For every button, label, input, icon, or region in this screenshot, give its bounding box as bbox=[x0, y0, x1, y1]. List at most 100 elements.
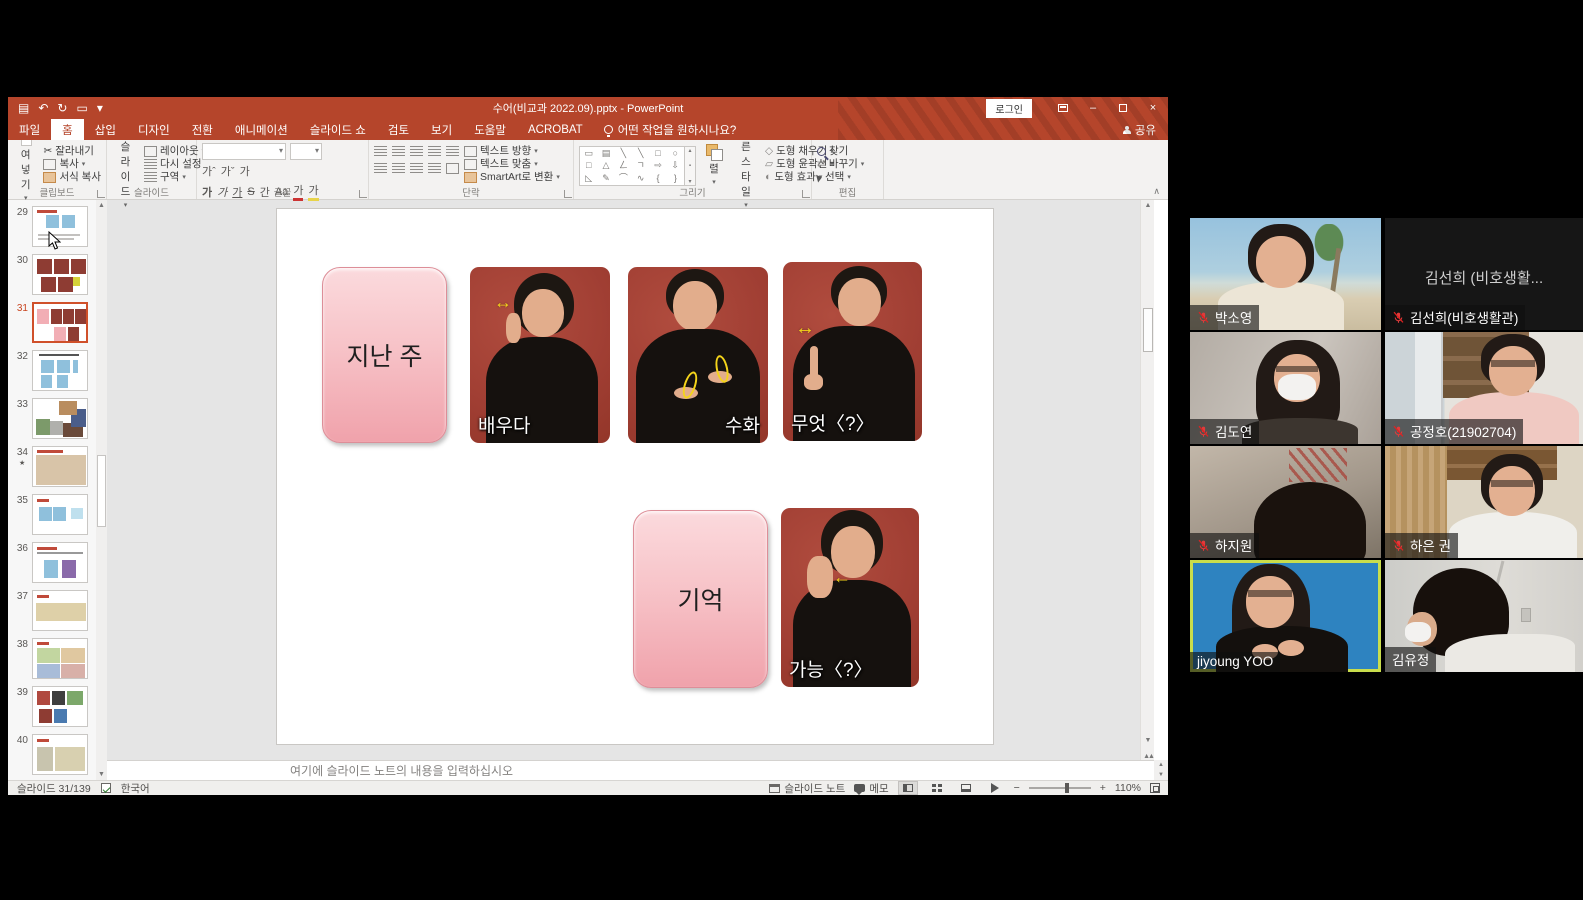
zoom-slider[interactable] bbox=[1029, 787, 1091, 789]
sign-image-sign-language[interactable]: 수화 bbox=[628, 267, 768, 443]
columns-icon[interactable] bbox=[446, 163, 459, 174]
participant-tile-2[interactable]: 김선희 (비호생활... 김선희(비호생활관) bbox=[1385, 218, 1583, 330]
align-left-icon[interactable] bbox=[374, 163, 387, 174]
thumbnail-preview[interactable] bbox=[32, 302, 88, 343]
thumbnail-slide-40[interactable]: 40 ★ bbox=[8, 734, 96, 775]
clear-formatting-button[interactable]: 가 bbox=[240, 163, 250, 179]
font-name-combo[interactable] bbox=[202, 143, 286, 160]
ribbon-tab-5[interactable]: 전환 bbox=[181, 119, 224, 140]
slide-canvas[interactable]: 지난 주 ↔ 배우다 bbox=[277, 209, 993, 744]
participant-tile-1[interactable]: 박소영 bbox=[1190, 218, 1381, 330]
thumbnail-slide-31[interactable]: 31 ★ bbox=[8, 302, 96, 343]
thumbnail-slide-34[interactable]: 34 ★ bbox=[8, 446, 96, 487]
format-painter-button[interactable]: 서식 복사 bbox=[43, 171, 101, 184]
redo-icon[interactable]: ↻ bbox=[57, 102, 67, 114]
copy-button[interactable]: 복사▾ bbox=[43, 158, 101, 171]
ribbon-tab-7[interactable]: 슬라이드 쇼 bbox=[299, 119, 377, 140]
grow-font-button[interactable]: 가ˆ bbox=[202, 163, 216, 179]
zoom-out-button[interactable]: − bbox=[1014, 782, 1020, 794]
thumbnail-preview[interactable] bbox=[32, 254, 88, 295]
fit-to-window-icon[interactable] bbox=[1150, 783, 1160, 793]
scroll-down-icon[interactable]: ▼ bbox=[1141, 737, 1155, 744]
shrink-font-button[interactable]: 가ˇ bbox=[221, 163, 235, 179]
convert-smartart-button[interactable]: SmartArt로 변환▾ bbox=[464, 171, 560, 184]
participant-tile-8[interactable]: 김유정 bbox=[1385, 560, 1583, 672]
align-right-icon[interactable] bbox=[410, 163, 423, 174]
thumbnail-preview[interactable] bbox=[32, 638, 88, 679]
notes-scroll-down-icon[interactable]: ▼ bbox=[1158, 772, 1164, 778]
memo-button[interactable]: 메모 bbox=[854, 781, 888, 796]
notes-pane[interactable]: 여기에 슬라이드 노트의 내용을 입력하십시오 bbox=[107, 760, 1168, 780]
collapse-ribbon-icon[interactable]: ∧ bbox=[1153, 186, 1160, 197]
ribbon-display-options-button[interactable] bbox=[1048, 97, 1078, 119]
thumbnail-scroll-down-icon[interactable]: ▼ bbox=[96, 771, 107, 778]
line-spacing-icon[interactable] bbox=[446, 146, 459, 157]
slide-vertical-scrollbar[interactable]: ▲ ▼ ▲▲ ▼▼ bbox=[1140, 200, 1154, 780]
scroll-up-icon[interactable]: ▲ bbox=[1141, 202, 1155, 209]
start-slideshow-icon[interactable]: ▭ bbox=[76, 102, 87, 114]
slideshow-view-button[interactable] bbox=[985, 781, 1005, 795]
ribbon-tab-8[interactable]: 검토 bbox=[377, 119, 420, 140]
thumbnail-preview[interactable] bbox=[32, 590, 88, 631]
thumbnail-slide-37[interactable]: 37 ★ bbox=[8, 590, 96, 631]
participant-tile-4[interactable]: 공정호(21902704) bbox=[1385, 332, 1583, 444]
ribbon-tab-6[interactable]: 애니메이션 bbox=[224, 119, 299, 140]
text-direction-button[interactable]: 텍스트 방향▾ bbox=[464, 145, 560, 158]
notes-scroll-up-icon[interactable]: ▲ bbox=[1158, 762, 1164, 768]
normal-view-button[interactable] bbox=[898, 781, 918, 795]
select-button[interactable]: 선택▾ bbox=[817, 171, 864, 184]
save-icon[interactable]: ▤ bbox=[18, 102, 29, 114]
quick-styles-button[interactable]: 빠른 스타일 ▾ bbox=[732, 143, 760, 186]
thumbnail-preview[interactable] bbox=[32, 350, 88, 391]
zoom-level[interactable]: 110% bbox=[1115, 782, 1141, 794]
justify-icon[interactable] bbox=[428, 163, 441, 174]
decrease-indent-icon[interactable] bbox=[410, 146, 423, 157]
share-button[interactable]: 공유 bbox=[1111, 119, 1168, 140]
thumbnail-scroll-up-icon[interactable]: ▲ bbox=[96, 202, 107, 209]
thumbnail-preview[interactable] bbox=[32, 494, 88, 535]
undo-icon[interactable]: ↶ bbox=[38, 102, 48, 114]
proofing-icon[interactable] bbox=[101, 783, 111, 793]
zoom-in-button[interactable]: + bbox=[1100, 782, 1106, 794]
ribbon-tab-3[interactable]: 삽입 bbox=[84, 119, 127, 140]
section-button[interactable]: 구역▾ bbox=[144, 171, 205, 184]
numbering-icon[interactable] bbox=[392, 146, 405, 157]
slide-notes-button[interactable]: 슬라이드 노트 bbox=[769, 781, 845, 796]
participant-tile-7[interactable]: jiyoung YOO bbox=[1190, 560, 1381, 672]
thumbnail-slide-33[interactable]: 33 ★ bbox=[8, 398, 96, 439]
sign-image-possible[interactable]: ← 가능〈?〉 bbox=[781, 508, 919, 687]
ribbon-tab-10[interactable]: 도움말 bbox=[463, 119, 517, 140]
reading-view-button[interactable] bbox=[956, 781, 976, 795]
minimize-button[interactable]: – bbox=[1078, 97, 1108, 119]
zoom-slider-thumb[interactable] bbox=[1065, 783, 1069, 793]
sign-image-learn[interactable]: ↔ 배우다 bbox=[470, 267, 610, 443]
thumbnail-slide-36[interactable]: 36 ★ bbox=[8, 542, 96, 583]
layout-button[interactable]: 레이아웃▾ bbox=[144, 145, 205, 158]
login-button[interactable]: 로그인 bbox=[986, 99, 1032, 118]
language-indicator[interactable]: 한국어 bbox=[121, 781, 150, 796]
thumbnail-slide-39[interactable]: 39 ★ bbox=[8, 686, 96, 727]
cut-button[interactable]: ✂잘라내기 bbox=[43, 145, 101, 158]
new-slide-button[interactable]: 새 슬라이드 ▾ bbox=[112, 143, 139, 186]
shapes-gallery-scrollbar[interactable]: ▴▪▾ bbox=[685, 146, 696, 186]
thumbnail-preview[interactable] bbox=[32, 734, 88, 775]
previous-slide-button[interactable]: ▲▲ bbox=[1141, 753, 1155, 760]
thumbnail-slide-35[interactable]: 35 ★ bbox=[8, 494, 96, 535]
participant-tile-5[interactable]: 하지원 bbox=[1190, 446, 1381, 558]
restore-button[interactable] bbox=[1108, 97, 1138, 119]
thumbnail-scrollbar[interactable]: ▲ ▼ bbox=[96, 200, 107, 780]
participant-tile-3[interactable]: 김도연 bbox=[1190, 332, 1381, 444]
participant-tile-6[interactable]: 하은 권 bbox=[1385, 446, 1583, 558]
thumbnail-slide-32[interactable]: 32 ★ bbox=[8, 350, 96, 391]
bullets-icon[interactable] bbox=[374, 146, 387, 157]
reset-button[interactable]: 다시 설정 bbox=[144, 158, 205, 171]
tell-me-box[interactable]: 어떤 작업을 원하시나요? bbox=[594, 119, 747, 140]
close-button[interactable]: × bbox=[1138, 97, 1168, 119]
notes-scrollbar[interactable]: ▲ ▼ bbox=[1154, 760, 1168, 780]
ribbon-tab-4[interactable]: 디자인 bbox=[127, 119, 181, 140]
thumbnail-preview[interactable] bbox=[32, 686, 88, 727]
arrange-button[interactable]: 정렬 ▾ bbox=[701, 143, 727, 186]
ribbon-tab-9[interactable]: 보기 bbox=[420, 119, 463, 140]
thumbnail-slide-30[interactable]: 30 ★ bbox=[8, 254, 96, 295]
replace-button[interactable]: ⇄바꾸기▾ bbox=[817, 158, 864, 171]
